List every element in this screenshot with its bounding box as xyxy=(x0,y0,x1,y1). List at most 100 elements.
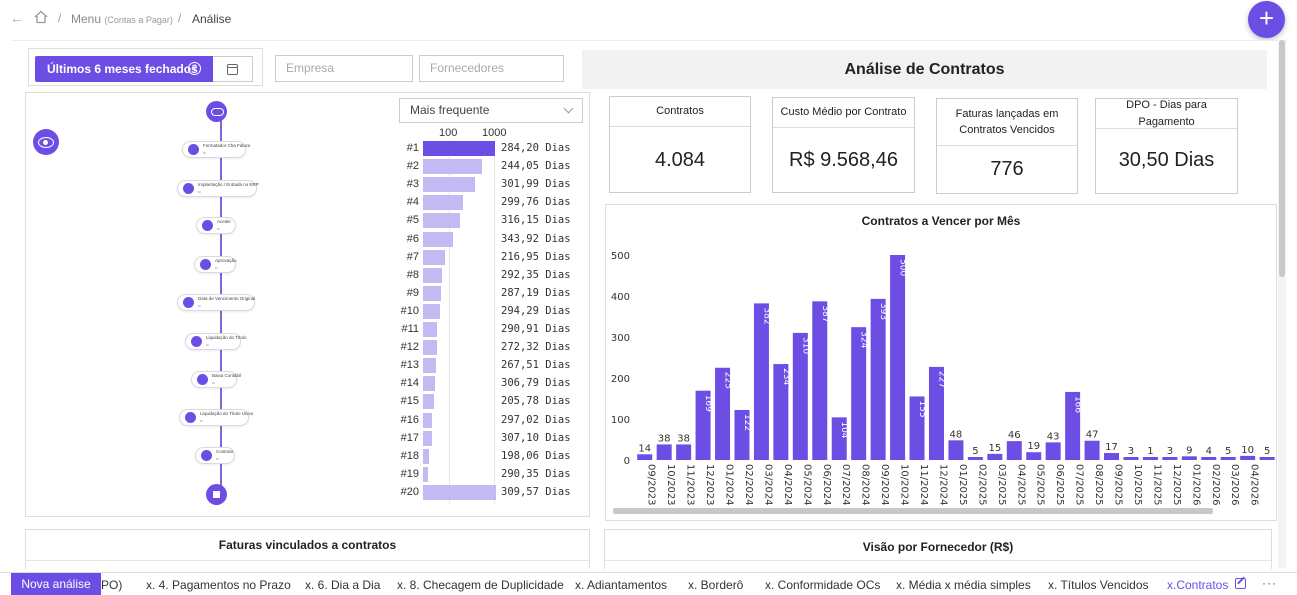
empresa-input[interactable]: Empresa xyxy=(275,55,413,82)
tab-bordero[interactable]: x. Borderô xyxy=(688,578,743,592)
ranking-value: 307,10 Dias xyxy=(501,431,571,444)
ranking-row[interactable]: #15 205,78 Dias xyxy=(390,393,590,411)
scrollbar-thumb[interactable] xyxy=(1279,40,1285,277)
flow-node[interactable]: Liquidação do Título •• xyxy=(185,333,246,350)
bar-value-label: 5 xyxy=(1264,446,1270,457)
flow-node[interactable]: Formatador Cha Fatura •• xyxy=(182,141,250,158)
tab-pagamentos-prazo[interactable]: x. 4. Pagamentos no Prazo xyxy=(146,578,291,592)
ranking-value: 290,91 Dias xyxy=(501,323,571,335)
kpi-title: DPO - Dias para Pagamento xyxy=(1096,99,1237,129)
tab-contratos[interactable]: x.Contratos xyxy=(1167,578,1228,592)
calendar-button[interactable] xyxy=(213,56,253,82)
bar-value-label: 46 xyxy=(1008,430,1021,441)
tab-conformidade-ocs[interactable]: x. Conformidade OCs xyxy=(765,578,880,592)
x-tick-label: 11/2024 xyxy=(918,464,929,506)
x-tick-label: 12/2025 xyxy=(1171,464,1182,506)
ranking-value: 306,79 Dias xyxy=(501,377,571,390)
ranking-bar xyxy=(423,376,435,392)
period-button[interactable]: Últimos 6 meses fechados ? xyxy=(35,56,213,82)
flow-node[interactable]: Implantação / Entrada no ERP •• xyxy=(177,180,259,197)
ranking-label: #18 xyxy=(400,449,419,462)
flow-node[interactable]: Baixa Contábil •• xyxy=(191,371,241,388)
ranking-row[interactable]: #2 244,05 Dias xyxy=(390,158,590,176)
more-icon[interactable]: ··· xyxy=(1262,576,1277,590)
eye-icon[interactable] xyxy=(33,129,59,155)
ranking-bar xyxy=(423,159,482,175)
ranking-label: #5 xyxy=(406,214,419,227)
panel-divider xyxy=(605,560,1271,561)
ranking-row[interactable]: #4 299,76 Dias xyxy=(390,194,590,212)
x-tick-label: 09/2023 xyxy=(646,464,657,506)
bar-value-label: 10 xyxy=(1241,445,1254,456)
ranking-row[interactable]: #10 294,29 Dias xyxy=(390,303,590,321)
ranking-row[interactable]: #1 284,20 Dias xyxy=(390,140,590,158)
edit-icon[interactable] xyxy=(1235,578,1246,589)
ranking-label: #14 xyxy=(400,377,419,390)
tab-checagem-duplicidade[interactable]: x. 8. Checagem de Duplicidade xyxy=(397,578,564,592)
ranking-row[interactable]: #11 290,91 Dias xyxy=(390,321,590,339)
bar-value-label: 393 xyxy=(878,303,888,320)
chart-bar xyxy=(1123,457,1139,460)
ranking-row[interactable]: #14 306,79 Dias xyxy=(390,375,590,393)
ranking-bar xyxy=(423,303,440,319)
ranking-value: 284,20 Dias xyxy=(501,142,571,154)
ranking-bar xyxy=(423,358,436,374)
home-icon[interactable] xyxy=(33,9,49,25)
tab-titulos-vencidos[interactable]: x. Títulos Vencidos xyxy=(1048,578,1149,592)
ranking-label: #15 xyxy=(400,395,419,408)
tab-dia-a-dia[interactable]: x. 6. Dia a Dia xyxy=(305,578,380,592)
ranking-row[interactable]: #9 287,19 Dias xyxy=(390,285,590,303)
breadcrumb-separator: / xyxy=(58,11,62,25)
ranking-row[interactable]: #3 301,99 Dias xyxy=(390,176,590,194)
ranking-row[interactable]: #12 272,32 Dias xyxy=(390,339,590,357)
ranking-row[interactable]: #20 309,57 Dias xyxy=(390,484,590,502)
stop-icon[interactable] xyxy=(206,484,227,505)
ranking-label: #16 xyxy=(400,413,419,426)
ranking-row[interactable]: #5 316,15 Dias xyxy=(390,212,590,230)
fornecedores-input[interactable]: Fornecedores xyxy=(419,55,564,82)
ranking-row[interactable]: #16 297,02 Dias xyxy=(390,412,590,430)
bar-value-label: 500 xyxy=(898,259,908,276)
help-icon[interactable]: ? xyxy=(188,62,201,75)
tab-adiantamentos[interactable]: x. Adiantamentos xyxy=(575,578,667,592)
y-tick-label: 300 xyxy=(611,333,630,344)
flow-node[interactable]: Aprovação •• xyxy=(194,256,237,273)
ranking-select[interactable]: Mais frequente xyxy=(399,98,583,123)
ranking-row[interactable]: #18 198,06 Dias xyxy=(390,448,590,466)
ranking-row[interactable]: #17 307,10 Dias xyxy=(390,430,590,448)
chart-bar xyxy=(676,444,692,460)
x-tick-label: 02/2025 xyxy=(976,464,987,506)
ranking-row[interactable]: #8 292,35 Dias xyxy=(390,267,590,285)
bar-value-label: 3 xyxy=(1128,446,1134,457)
chart-bar xyxy=(1104,453,1120,460)
vertical-scrollbar[interactable] xyxy=(1278,40,1286,568)
flow-node[interactable]: Aceitei •• xyxy=(196,217,236,234)
add-button[interactable]: + xyxy=(1248,1,1285,38)
ranking-bar xyxy=(423,195,463,211)
ranking-row[interactable]: #6 343,92 Dias xyxy=(390,231,590,249)
back-arrow-icon[interactable]: ← xyxy=(10,10,24,26)
flow-node[interactable]: Contrato •• xyxy=(195,447,235,464)
flow-node[interactable]: Data de Vencimento Original •• xyxy=(177,294,255,311)
flow-node-sub: •• xyxy=(212,380,215,385)
new-analysis-button[interactable]: Nova análise xyxy=(11,573,101,595)
flow-node[interactable]: Liquidação do Título Univo •• xyxy=(179,409,253,426)
ranking-row[interactable]: #19 290,35 Dias xyxy=(390,466,590,484)
chart-title: Contratos a Vencer por Mês xyxy=(861,214,1021,228)
ranking-bar xyxy=(423,484,496,500)
panel-title: Faturas vinculados a contratos xyxy=(218,538,397,552)
kpi-title: Contratos xyxy=(610,97,750,127)
ranking-axis-tick: 1000 xyxy=(482,127,507,139)
ranking-value: 294,29 Dias xyxy=(501,304,571,317)
cloud-icon[interactable] xyxy=(206,101,227,122)
tab-media-simples[interactable]: x. Média x média simples xyxy=(896,578,1031,592)
x-tick-label: 03/2025 xyxy=(996,464,1007,506)
ranking-row[interactable]: #13 267,51 Dias xyxy=(390,357,590,375)
calendar-icon xyxy=(227,64,238,75)
x-tick-label: 10/2023 xyxy=(665,464,676,506)
kpi-contratos: Contratos 4.084 xyxy=(609,96,751,193)
x-tick-label: 07/2024 xyxy=(840,464,851,506)
ranking-row[interactable]: #7 216,95 Dias xyxy=(390,249,590,267)
tab-po[interactable]: PO) xyxy=(101,578,122,592)
breadcrumb-menu[interactable]: Menu (Contas a Pagar) xyxy=(71,12,173,26)
